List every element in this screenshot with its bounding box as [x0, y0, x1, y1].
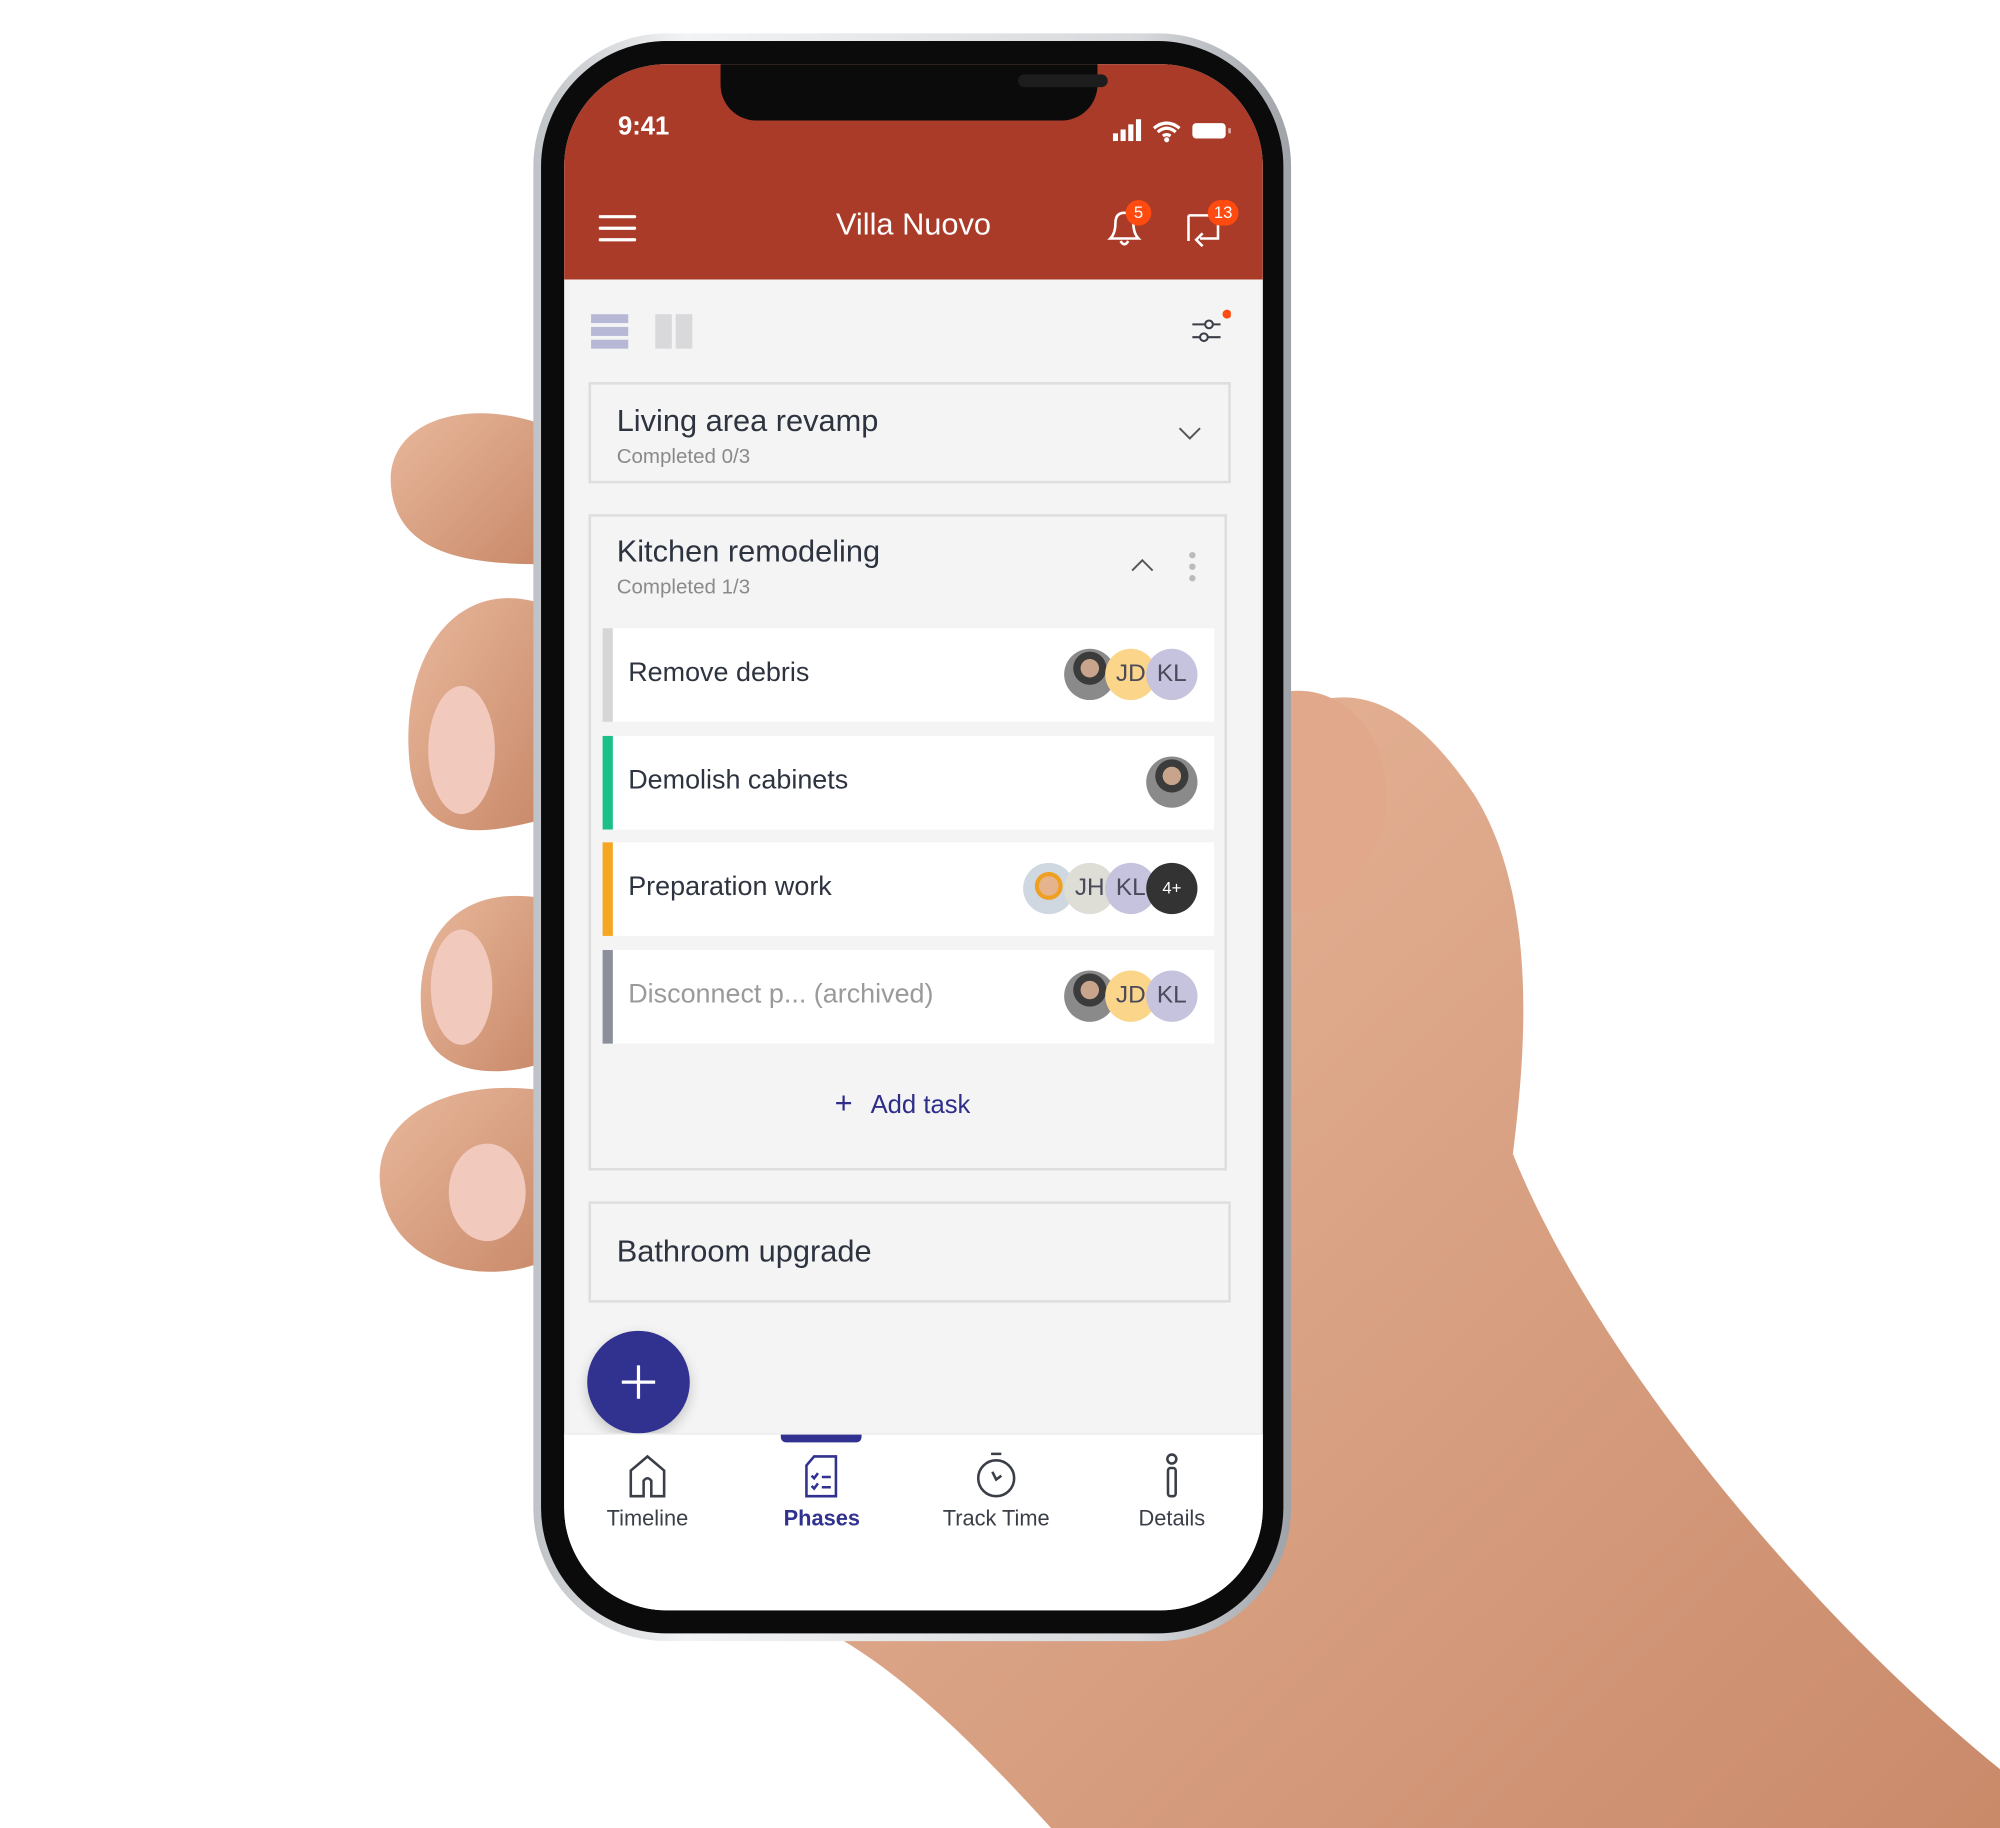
notifications-badge: 5	[1125, 200, 1152, 226]
more-options-icon[interactable]	[1187, 550, 1197, 583]
task-name: Disconnect p... (archived)	[628, 979, 934, 1010]
task-status-bar	[602, 842, 613, 936]
project-title: Villa Nuovo	[835, 207, 992, 243]
app-header: 9:41 Villa Nuovo 5 13	[564, 64, 1263, 280]
phase-progress: Completed 0/3	[616, 446, 751, 468]
phase-card-kitchen: Kitchen remodeling Completed 1/3 Remove …	[588, 514, 1227, 1171]
signal-icon	[1112, 133, 1118, 142]
chevron-down-icon[interactable]	[1178, 426, 1201, 441]
notch	[720, 64, 1108, 121]
tab-timeline[interactable]: Timeline	[564, 1435, 735, 1611]
phase-card-bathroom[interactable]: Bathroom upgrade	[588, 1201, 1231, 1303]
task-status-bar	[602, 735, 613, 830]
tab-label: Details	[1138, 1506, 1206, 1531]
info-icon	[1166, 1453, 1178, 1498]
messages-badge: 13	[1207, 200, 1239, 226]
add-fab-button[interactable]	[587, 1330, 690, 1434]
tab-details[interactable]: Details	[1085, 1435, 1259, 1611]
tab-label: Phases	[783, 1506, 860, 1531]
avatar-overflow: 4+	[1146, 862, 1198, 915]
add-task-button[interactable]: + Add task	[835, 1086, 971, 1122]
phase-progress: Completed 1/3	[616, 576, 751, 599]
task-status-bar	[602, 628, 613, 722]
house-icon	[629, 1454, 666, 1498]
task-row[interactable]: Preparation work JH KL 4+	[602, 842, 1215, 936]
battery-icon	[1192, 123, 1226, 139]
speaker	[1017, 74, 1108, 88]
plus-icon: +	[834, 1085, 853, 1121]
tab-label: Timeline	[606, 1506, 689, 1531]
phase-card-living-area[interactable]: Living area revamp Completed 0/3	[588, 382, 1231, 484]
tab-phases[interactable]: Phases	[735, 1435, 909, 1611]
phase-title: Bathroom upgrade	[616, 1234, 872, 1270]
avatar: KL	[1146, 970, 1198, 1022]
stopwatch-icon	[976, 1452, 1016, 1498]
chevron-up-icon[interactable]	[1131, 558, 1154, 573]
status-icons	[1112, 119, 1231, 143]
board-view-icon[interactable]	[655, 314, 693, 349]
task-row[interactable]: Demolish cabinets	[602, 735, 1215, 830]
task-name: Remove debris	[628, 657, 810, 688]
checklist-icon	[805, 1455, 838, 1498]
filter-icon[interactable]	[1190, 308, 1231, 349]
avatar: KL	[1146, 648, 1198, 701]
task-status-bar	[602, 950, 613, 1044]
bottom-nav: Timeline Phases Track Time Details	[564, 1433, 1263, 1611]
task-name: Demolish cabinets	[628, 765, 849, 795]
task-row-archived[interactable]: Disconnect p... (archived) JD KL	[602, 950, 1215, 1044]
plus-icon	[621, 1365, 656, 1399]
task-name: Preparation work	[628, 871, 832, 902]
wifi-icon	[1152, 121, 1181, 138]
list-view-icon[interactable]	[591, 314, 629, 349]
status-time: 9:41	[617, 112, 670, 142]
phone-screen: 9:41 Villa Nuovo 5 13 Living area revamp…	[564, 64, 1263, 1611]
phase-title: Living area revamp	[616, 403, 879, 439]
add-task-label: Add task	[870, 1091, 971, 1120]
avatar	[1146, 756, 1198, 808]
task-row[interactable]: Remove debris JD KL	[602, 628, 1215, 722]
phase-title: Kitchen remodeling	[616, 534, 881, 570]
tab-track-time[interactable]: Track Time	[909, 1435, 1083, 1611]
tab-label: Track Time	[942, 1506, 1050, 1531]
